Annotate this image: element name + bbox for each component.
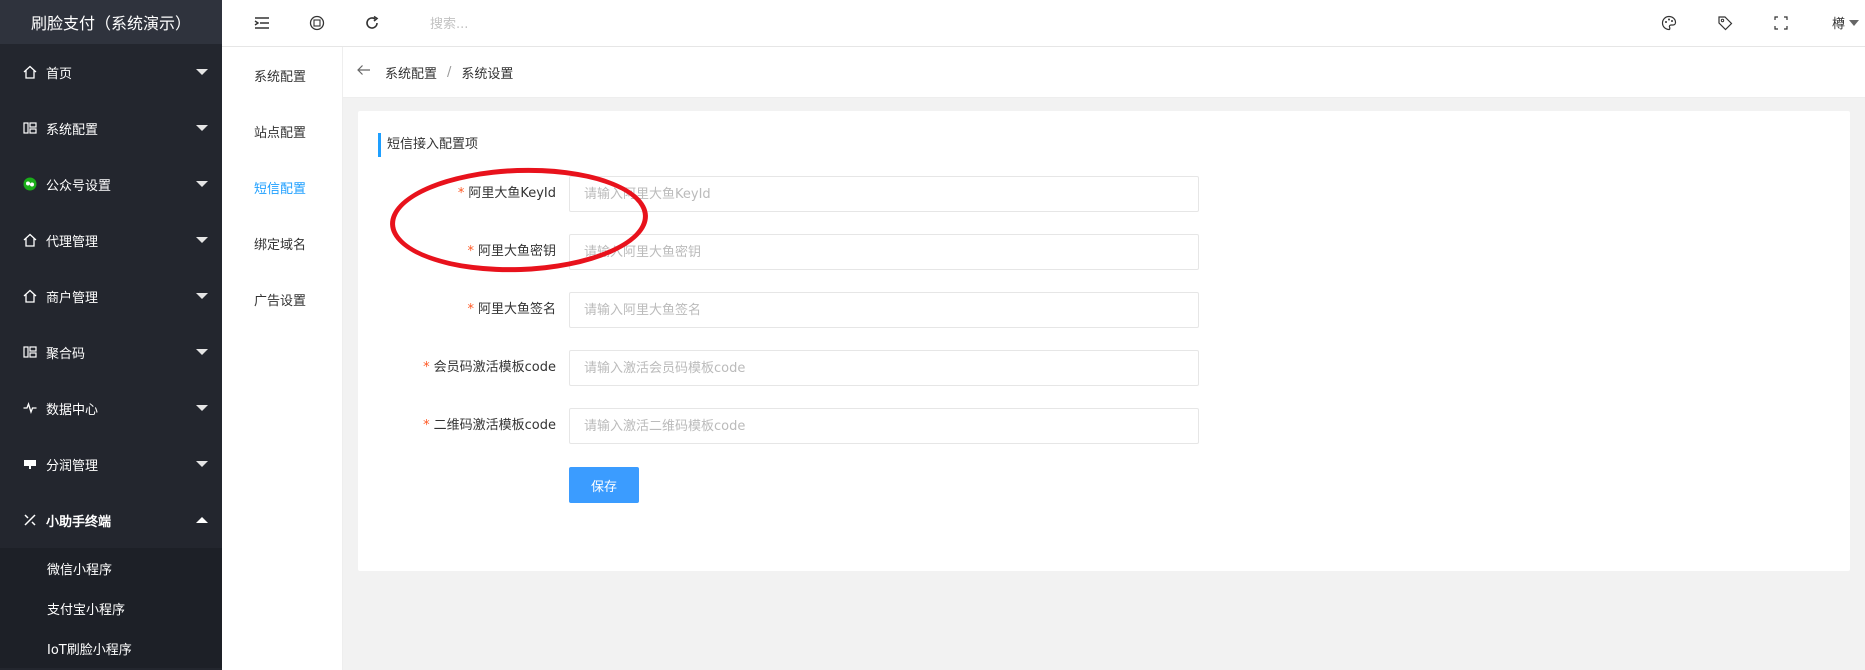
sub-nav-bind-domain[interactable]: 绑定域名 (222, 215, 342, 271)
sidebar-item-home[interactable]: 首页 (0, 44, 222, 100)
refresh-icon[interactable] (362, 13, 382, 33)
field-label: * 阿里大鱼密钥 (467, 244, 556, 259)
search-input[interactable]: 搜索... (430, 13, 468, 32)
palette-icon[interactable] (1659, 13, 1679, 33)
form-row-secret: * 阿里大鱼密钥 (358, 234, 1199, 270)
chevron-down-icon (196, 125, 208, 131)
chevron-down-icon (196, 237, 208, 243)
form-row-keyid: * 阿里大鱼KeyId (358, 176, 1199, 212)
sidebar-item-label: 聚合码 (46, 346, 86, 362)
sub-nav-sms-config[interactable]: 短信配置 (222, 159, 342, 215)
chevron-down-icon (196, 405, 208, 411)
pulse-icon (22, 400, 38, 416)
app-title: 刷脸支付（系统演示） (0, 0, 222, 44)
submenu-item-alipay-miniprogram[interactable]: 支付宝小程序 (0, 588, 222, 628)
home-icon (22, 232, 38, 248)
tag-icon[interactable] (1715, 13, 1735, 33)
sidebar-item-data-center[interactable]: 数据中心 (0, 380, 222, 436)
back-arrow-icon[interactable] (357, 64, 371, 80)
sidebar-item-label: 数据中心 (46, 402, 99, 418)
sub-nav-site-config[interactable]: 站点配置 (222, 103, 342, 159)
chevron-down-icon (196, 461, 208, 467)
chevron-down-icon (196, 181, 208, 187)
home-icon (22, 64, 38, 80)
keyid-input[interactable] (569, 176, 1199, 212)
field-label: * 阿里大鱼KeyId (457, 186, 556, 201)
settings-grid-icon (22, 120, 38, 136)
sidebar-item-assistant-terminal[interactable]: 小助手终端 (0, 492, 222, 548)
settings-grid-icon (22, 344, 38, 360)
chevron-up-icon (196, 517, 208, 523)
required-mark: * (423, 360, 430, 375)
breadcrumb-item-system-config[interactable]: 系统配置 (385, 63, 437, 82)
save-button[interactable]: 保存 (569, 467, 639, 503)
main-sidebar: 刷脸支付（系统演示） 首页 系统配置 公众号设置 代理管理 商户管理 聚合码 数… (0, 0, 222, 670)
required-mark: * (457, 186, 465, 201)
monitor-icon (22, 456, 38, 472)
wechat-icon (22, 176, 38, 192)
field-label: * 阿里大鱼签名 (467, 302, 556, 317)
tools-icon (22, 512, 38, 528)
form-row-member-code-template: * 会员码激活模板code (358, 350, 1199, 386)
sidebar-item-label: 首页 (46, 66, 73, 82)
fullscreen-icon[interactable] (1771, 13, 1791, 33)
form-row-signature: * 阿里大鱼签名 (358, 292, 1199, 328)
top-header: 搜索... 樽 (222, 0, 1865, 47)
form-row-qrcode-template: * 二维码激活模板code (358, 408, 1199, 444)
sidebar-item-label: 商户管理 (46, 290, 99, 306)
section-title: 短信接入配置项 (378, 133, 478, 157)
chevron-down-icon (196, 69, 208, 75)
submenu-item-wechat-miniprogram[interactable]: 微信小程序 (0, 548, 222, 588)
required-mark: * (467, 244, 474, 259)
sidebar-item-label: 系统配置 (46, 122, 99, 138)
breadcrumb-item-system-settings: 系统设置 (461, 66, 514, 82)
sidebar-item-official-account[interactable]: 公众号设置 (0, 156, 222, 212)
assistant-terminal-submenu: 微信小程序 支付宝小程序 IoT刷脸小程序 (0, 548, 222, 668)
settings-sub-sidebar: 系统配置 站点配置 短信配置 绑定域名 广告设置 (222, 47, 343, 670)
sub-nav-ad-settings[interactable]: 广告设置 (222, 271, 342, 327)
field-label: * 会员码激活模板code (423, 360, 556, 375)
sidebar-item-agent-management[interactable]: 代理管理 (0, 212, 222, 268)
submenu-item-iot-face-miniprogram[interactable]: IoT刷脸小程序 (0, 628, 222, 668)
member-code-template-input[interactable] (569, 350, 1199, 386)
user-menu[interactable]: 樽 (1832, 13, 1859, 32)
chevron-down-icon (196, 293, 208, 299)
sidebar-item-aggregate-code[interactable]: 聚合码 (0, 324, 222, 380)
sub-nav-system-config[interactable]: 系统配置 (222, 47, 342, 103)
secret-input[interactable] (569, 234, 1199, 270)
required-mark: * (423, 418, 430, 433)
globe-icon[interactable] (307, 13, 327, 33)
qrcode-template-input[interactable] (569, 408, 1199, 444)
chevron-down-icon (1849, 19, 1859, 26)
sms-config-card: 短信接入配置项 *阿里大鱼KeyId *阿里大鱼密钥 *阿里大鱼签名 *会员码激… (358, 111, 1850, 571)
breadcrumb-separator: / (447, 64, 452, 80)
required-mark: * (467, 302, 474, 317)
field-label: * 二维码激活模板code (423, 418, 556, 433)
sidebar-item-label: 公众号设置 (46, 178, 112, 194)
sidebar-item-label: 分润管理 (46, 458, 99, 474)
chevron-down-icon (196, 349, 208, 355)
sidebar-item-label: 小助手终端 (46, 514, 112, 530)
home-icon (22, 288, 38, 304)
menu-collapse-icon[interactable] (252, 13, 272, 33)
sidebar-item-label: 代理管理 (46, 234, 99, 250)
sidebar-item-profit-sharing[interactable]: 分润管理 (0, 436, 222, 492)
signature-input[interactable] (569, 292, 1199, 328)
sidebar-item-merchant-management[interactable]: 商户管理 (0, 268, 222, 324)
sidebar-item-system-config[interactable]: 系统配置 (0, 100, 222, 156)
breadcrumb: 系统配置 / 系统设置 (343, 47, 1865, 98)
user-name: 樽 (1831, 17, 1845, 32)
